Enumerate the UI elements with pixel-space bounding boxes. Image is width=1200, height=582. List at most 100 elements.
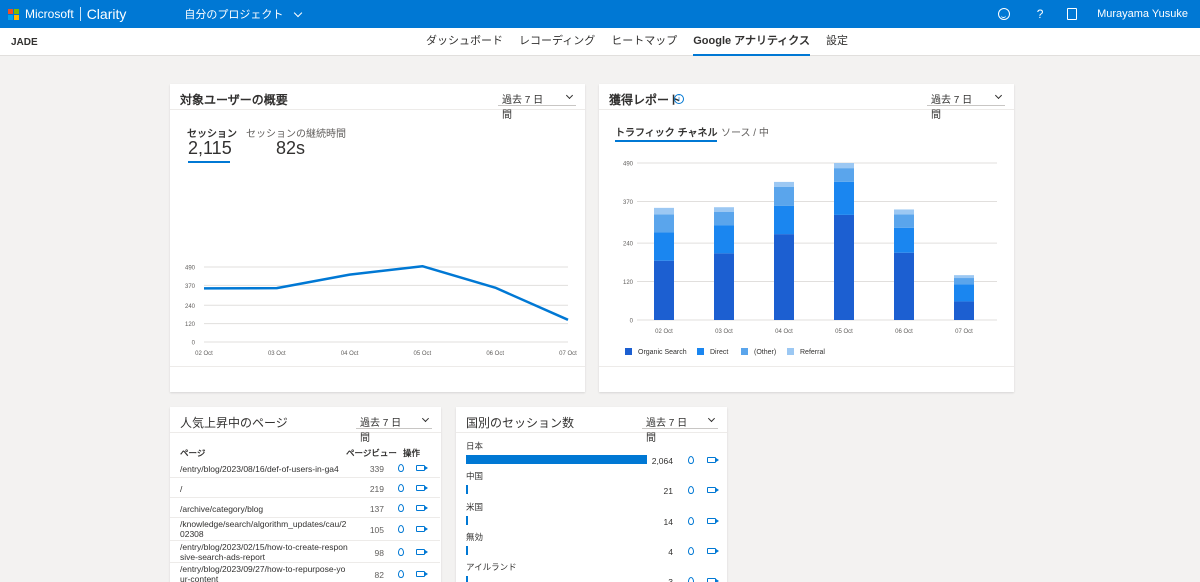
heatmap-drop-icon[interactable] xyxy=(688,486,694,494)
document-icon[interactable] xyxy=(1065,7,1079,21)
x-tick-label: 03 Oct xyxy=(268,351,286,357)
tab-settings[interactable]: 設定 xyxy=(826,28,848,56)
column-header-pageviews[interactable]: ページビュー xyxy=(346,447,397,459)
user-name[interactable]: Murayama Yusuke xyxy=(1097,8,1188,20)
page-url[interactable]: /entry/blog/2023/02/15/how-to-create-res… xyxy=(180,542,350,562)
table-row[interactable]: /entry/blog/2023/09/27/how-to-repurpose-… xyxy=(170,563,440,582)
bar-segment xyxy=(654,232,674,261)
recording-camera-icon[interactable] xyxy=(707,578,719,582)
metric-value: 2,115 xyxy=(188,138,232,158)
table-row[interactable]: /entry/blog/2023/02/15/how-to-create-res… xyxy=(170,541,440,563)
column-header-page[interactable]: ページ xyxy=(180,447,205,459)
period-dropdown[interactable]: 過去 7 日間 xyxy=(498,88,576,121)
heatmap-drop-icon[interactable] xyxy=(688,517,694,525)
tab-heatmaps[interactable]: ヒートマップ xyxy=(611,28,677,56)
info-icon[interactable]: i xyxy=(674,94,684,104)
page-views: 219 xyxy=(369,484,384,494)
brand-company: Microsoft xyxy=(25,7,74,21)
help-icon[interactable]: ? xyxy=(1033,7,1047,21)
tab-dashboard[interactable]: ダッシュボード xyxy=(426,28,503,56)
heatmap-drop-icon[interactable] xyxy=(688,547,694,555)
country-name: 日本 xyxy=(466,441,484,451)
period-dropdown[interactable]: 過去 7 日間 xyxy=(356,411,432,444)
heatmap-drop-icon[interactable] xyxy=(398,504,404,512)
y-tick-label: 120 xyxy=(185,322,196,328)
bar-segment xyxy=(954,301,974,320)
card-title: 獲得レポート xyxy=(609,93,682,107)
recording-camera-icon[interactable] xyxy=(416,505,428,511)
x-tick-label: 05 Oct xyxy=(414,351,432,357)
recording-camera-icon[interactable] xyxy=(707,548,719,554)
page-url[interactable]: /archive/category/blog xyxy=(180,504,350,514)
period-dropdown[interactable]: 過去 7 日間 xyxy=(927,88,1005,121)
y-tick-label: 0 xyxy=(630,319,634,325)
x-tick-label: 02 Oct xyxy=(195,351,213,357)
recording-camera-icon[interactable] xyxy=(416,526,428,532)
table-row[interactable]: /archive/category/blog 137 xyxy=(170,498,440,518)
period-label: 過去 7 日間 xyxy=(502,95,544,121)
page-url[interactable]: /knowledge/search/algorithm_updates/cau/… xyxy=(180,519,350,539)
country-sessions: 4 xyxy=(668,547,673,557)
country-name: アイルランド xyxy=(466,562,517,572)
heatmap-drop-icon[interactable] xyxy=(688,456,694,464)
page-views: 98 xyxy=(374,548,384,558)
table-row[interactable]: /knowledge/search/algorithm_updates/cau/… xyxy=(170,518,440,541)
heatmap-drop-icon[interactable] xyxy=(688,577,694,582)
page-url[interactable]: /entry/blog/2023/08/16/def-of-users-in-g… xyxy=(180,464,350,474)
audience-overview-card: 対象ユーザーの概要 過去 7 日間 セッション 2,115 セッションの継続時間… xyxy=(170,84,585,392)
bar-segment xyxy=(834,214,854,320)
recording-camera-icon[interactable] xyxy=(416,465,428,471)
project-selector[interactable]: 自分のプロジェクト xyxy=(184,6,303,22)
recording-camera-icon[interactable] xyxy=(707,487,719,493)
heatmap-drop-icon[interactable] xyxy=(398,548,404,556)
logo-square-yellow xyxy=(14,14,19,20)
sessions-series-line xyxy=(203,264,569,321)
chevron-down-icon xyxy=(994,91,1003,100)
recording-camera-icon[interactable] xyxy=(416,549,428,555)
period-label: 過去 7 日間 xyxy=(360,418,402,444)
logo-square-blue xyxy=(8,14,13,20)
period-dropdown[interactable]: 過去 7 日間 xyxy=(642,411,718,444)
nav-bar: JADE ダッシュボード レコーディング ヒートマップ Google アナリティ… xyxy=(0,28,1200,56)
x-tick-label: 03 Oct xyxy=(715,329,733,335)
sessions-line-chart: 0 120 240 370 490 02 Oct 03 Oct 04 Oct 05 Oct 06 … xyxy=(185,264,577,357)
tab-google-analytics[interactable]: Google アナリティクス xyxy=(693,28,810,56)
country-sessions: 2,064 xyxy=(651,456,673,466)
microsoft-logo[interactable]: Microsoft Clarity xyxy=(8,6,126,22)
project-label: 自分のプロジェクト xyxy=(184,9,284,21)
card-footer-divider xyxy=(599,366,1014,367)
bar-segment xyxy=(834,181,854,215)
card-footer-divider xyxy=(170,366,585,367)
table-row[interactable]: /entry/blog/2023/08/16/def-of-users-in-g… xyxy=(170,459,440,478)
chevron-down-icon xyxy=(294,8,303,17)
subtab-source-medium[interactable]: ソース / 中 xyxy=(721,124,769,139)
legend-swatch xyxy=(741,348,748,355)
recording-camera-icon[interactable] xyxy=(707,518,719,524)
legend-swatch xyxy=(697,348,704,355)
heatmap-drop-icon[interactable] xyxy=(398,464,404,472)
page-views: 105 xyxy=(369,525,384,535)
tab-recordings[interactable]: レコーディング xyxy=(519,28,595,56)
table-row[interactable]: / 219 xyxy=(170,478,440,498)
feedback-smile-icon[interactable] xyxy=(997,7,1011,21)
recording-camera-icon[interactable] xyxy=(416,571,428,577)
subtab-traffic-channel[interactable]: トラフィック チャネル xyxy=(615,124,718,142)
recording-camera-icon[interactable] xyxy=(416,485,428,491)
metric-value: 82s xyxy=(276,138,306,158)
page-url[interactable]: /entry/blog/2023/09/27/how-to-repurpose-… xyxy=(180,564,350,582)
country-share-bar xyxy=(466,576,468,582)
heatmap-drop-icon[interactable] xyxy=(398,525,404,533)
page-views: 137 xyxy=(369,504,384,514)
legend-swatch xyxy=(625,348,632,355)
recording-camera-icon[interactable] xyxy=(707,457,719,463)
country-share-bar xyxy=(466,546,468,555)
bar-segment xyxy=(714,211,734,226)
heatmap-drop-icon[interactable] xyxy=(398,484,404,492)
page-url[interactable]: / xyxy=(180,484,350,494)
chevron-down-icon xyxy=(708,415,716,422)
heatmap-drop-icon[interactable] xyxy=(398,570,404,578)
bar-segment xyxy=(894,214,914,228)
brand-divider xyxy=(79,7,81,21)
country-sessions: 21 xyxy=(663,486,673,496)
bar-segment xyxy=(654,214,674,233)
